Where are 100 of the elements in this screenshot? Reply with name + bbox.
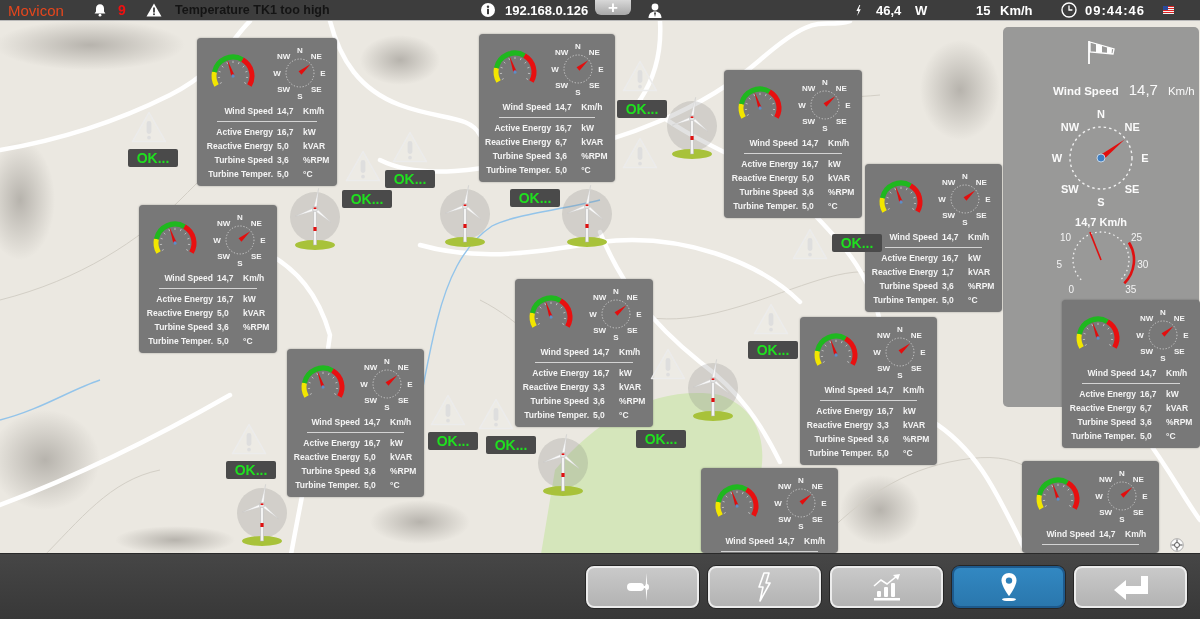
compass-direction-label: SE	[310, 84, 322, 94]
reading-label: Active Energy	[494, 122, 552, 135]
info-icon[interactable]	[481, 3, 495, 17]
compass-drawing	[563, 54, 593, 84]
turbine-view-button[interactable]	[586, 565, 699, 608]
wind-speed-value: 14,7	[1140, 368, 1157, 379]
gauge-scale-label: 10	[1059, 231, 1071, 243]
compass-direction-label: SW	[555, 80, 569, 90]
compass-direction-label: S	[962, 217, 968, 227]
compass-direction-label: E	[260, 235, 266, 245]
reading-value: 16,7	[593, 367, 610, 380]
wind-speed-unit: Km/h	[903, 385, 925, 396]
reading-label: Turbine Speed	[154, 321, 213, 334]
wind-speed-label: Wind Speed	[1053, 84, 1119, 99]
warning-icon	[622, 137, 658, 169]
add-tab[interactable]: +	[595, 0, 631, 15]
gauge-scale-label: 0	[1068, 283, 1075, 295]
compass-direction-label: SW	[593, 325, 607, 335]
compass-direction-label: SW	[217, 251, 231, 261]
reading-label: Turbine Speed	[879, 280, 938, 293]
reading-value: 16,7	[877, 405, 894, 418]
compass-direction-label: N	[1119, 468, 1125, 478]
compass-direction-label: SE	[975, 210, 987, 220]
reading-unit: kW	[581, 122, 594, 135]
compass-direction-label: N	[237, 212, 243, 222]
reading-value: 6,7	[1140, 402, 1152, 415]
compass-direction-label: S	[384, 402, 390, 412]
wind-speed-unit: Km/h	[1167, 84, 1195, 99]
app-logo-text: Movicon	[8, 1, 64, 19]
compass-direction-label: S	[575, 87, 581, 97]
status-label: OK...	[342, 190, 392, 208]
wind-speed-value: 14,7	[1099, 529, 1116, 540]
compass-direction-label: SE	[588, 80, 600, 90]
compass-direction-label: N	[297, 45, 303, 55]
reading-value: 3,3	[877, 419, 889, 432]
gauge-dial-drawing	[1076, 316, 1120, 349]
reading-unit: kVAR	[1166, 402, 1189, 415]
compass-drawing	[372, 369, 402, 399]
wind-speed-value: 14,7	[217, 273, 234, 284]
chart-button[interactable]	[830, 565, 943, 608]
compass-direction-label: E	[320, 68, 326, 78]
power-value: 46,4	[876, 1, 902, 19]
reading-unit: kVAR	[828, 172, 851, 185]
wind-speed-label: Wind Speed	[725, 536, 774, 547]
reading-unit: %RPM	[968, 280, 995, 293]
compass-direction-label: W	[1136, 330, 1144, 340]
status-label: OK...	[832, 234, 882, 252]
compass-drawing	[285, 58, 315, 88]
compass-direction-label: E	[1183, 330, 1189, 340]
map-button[interactable]	[952, 565, 1065, 608]
wind-speed-value: 14,7	[364, 417, 381, 428]
back-button[interactable]	[1074, 565, 1187, 608]
warning-icon	[146, 3, 162, 17]
compass-direction-label: NW	[1060, 120, 1080, 133]
reading-value: 1,7	[942, 266, 954, 279]
compass-direction-label: S	[613, 332, 619, 342]
reading-value: 3,6	[555, 150, 567, 163]
wind-speed-unit: Km/h	[243, 273, 265, 284]
reading-value: 5,0	[277, 168, 289, 181]
wind-speed-unit: Km/h	[619, 347, 641, 358]
windsock-icon	[1086, 39, 1116, 65]
reading-label: Active Energy	[303, 437, 360, 450]
compass-direction-label: NE	[1124, 120, 1140, 133]
compass-direction-label: S	[897, 370, 903, 380]
reading-unit: %RPM	[619, 395, 646, 408]
compass-direction-label: S	[822, 123, 828, 133]
compass-direction-label: W	[360, 379, 368, 389]
compass-drawing	[950, 184, 980, 214]
compass-direction-label: NE	[310, 52, 322, 62]
wind-speed-value: 14,7	[802, 138, 819, 149]
reading-value: 3,6	[877, 433, 889, 446]
gauge-scale-label: 5	[1056, 258, 1063, 270]
energy-button[interactable]	[708, 565, 821, 608]
compass-direction-label: SE	[397, 395, 409, 405]
reading-unit: kW	[619, 367, 632, 380]
reading-label: Turbine Temper.	[808, 447, 873, 460]
bell-icon[interactable]	[93, 3, 107, 17]
reading-value: 5,0	[277, 140, 289, 153]
reading-label: Reactive Energy	[1069, 402, 1136, 415]
compass-direction-label: N	[798, 475, 804, 485]
wind-speed-unit: Km/h	[303, 106, 325, 117]
reading-value: 3,6	[942, 280, 954, 293]
reading-label: Turbine Temper.	[295, 479, 360, 492]
reading-label: Reactive Energy	[485, 136, 552, 149]
gauge-dial-drawing	[301, 365, 345, 398]
user-icon[interactable]	[648, 2, 662, 18]
flag-icon[interactable]	[1163, 6, 1174, 14]
status-label: OK...	[385, 170, 435, 188]
wind-speed-label: Wind Speed	[164, 273, 213, 284]
reading-unit: kW	[828, 158, 841, 171]
compass-direction-label: NE	[975, 178, 987, 188]
locate-icon[interactable]	[1170, 538, 1184, 552]
reading-unit: °C	[243, 335, 253, 348]
compass-drawing	[601, 299, 631, 329]
reading-label: Reactive Energy	[206, 140, 273, 153]
compass-direction-label: NE	[910, 331, 922, 341]
reading-unit: °C	[968, 294, 978, 307]
reading-value: 6,7	[555, 136, 567, 149]
compass-direction-label: SE	[626, 325, 638, 335]
reading-unit: °C	[303, 168, 313, 181]
